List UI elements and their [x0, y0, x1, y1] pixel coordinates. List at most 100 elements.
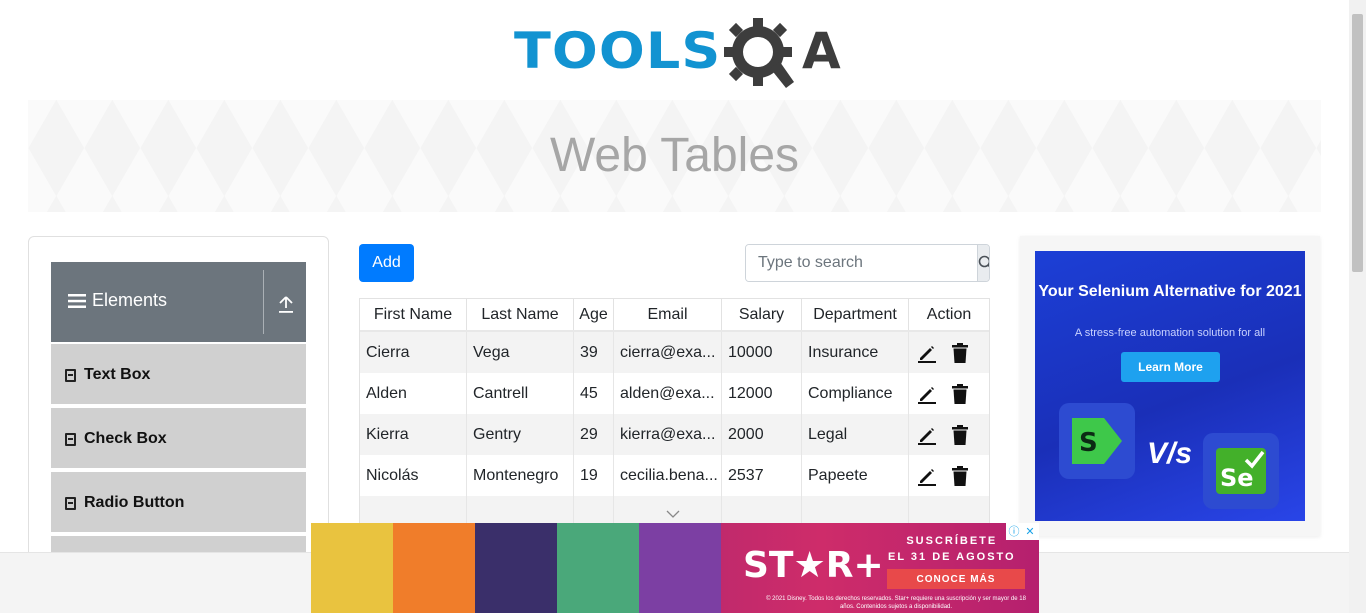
cell-first-name: Nicolás [360, 455, 467, 496]
search-box [745, 244, 990, 282]
page-title: Web Tables [549, 129, 800, 182]
table-row: Nicolás Montenegro 19 cecilia.bena... 25… [360, 455, 989, 496]
cell-age: 29 [574, 414, 614, 455]
cell-age: 19 [574, 455, 614, 496]
ad-characters-image [311, 523, 721, 613]
chevron-down-icon [666, 510, 680, 518]
ad-right[interactable]: Your Selenium Alternative for 2021 A str… [1020, 236, 1320, 536]
search-icon [978, 255, 989, 268]
cell-email: cierra@exa... [614, 332, 722, 373]
cell-email: alden@exa... [614, 373, 722, 414]
edit-pencil-icon[interactable] [917, 425, 937, 445]
vertical-scrollbar[interactable] [1349, 0, 1366, 613]
sidebar-panel: Elements Text Box Check Box Radio Button [28, 236, 329, 596]
ad-subline: A stress-free automation solution for al… [1074, 327, 1266, 339]
cell-first-name: Cierra [360, 332, 467, 373]
character-tile [393, 523, 475, 613]
column-header-first-name[interactable]: First Name [360, 299, 467, 330]
column-header-salary[interactable]: Salary [722, 299, 802, 330]
ad-controls: ⓘ ✕ [1006, 523, 1039, 540]
edit-pencil-icon[interactable] [917, 384, 937, 404]
close-icon[interactable]: ✕ [1022, 523, 1038, 539]
cell-salary: 2537 [722, 455, 802, 496]
delete-trash-icon[interactable] [951, 465, 969, 486]
add-button[interactable]: Add [359, 244, 414, 282]
scrollbar-thumb[interactable] [1352, 14, 1363, 272]
delete-trash-icon[interactable] [951, 424, 969, 445]
sidebar-group-title: Elements [68, 290, 167, 311]
toolsqa-logo[interactable]: TOOLS A [514, 16, 841, 92]
versus-label: V/s [1147, 437, 1193, 470]
cell-last-name: Vega [467, 332, 574, 373]
delete-trash-icon[interactable] [951, 342, 969, 363]
cell-last-name: Cantrell [467, 373, 574, 414]
sidebar-group-elements[interactable]: Elements [51, 262, 306, 342]
cell-salary: 12000 [722, 373, 802, 414]
sidebar-item-text-box[interactable]: Text Box [51, 342, 306, 404]
cell-department: Legal [802, 414, 909, 455]
page: TOOLS A Web Tables Elements Text Box Che… [0, 0, 1366, 613]
ad-line2: EL 31 DE AGOSTO [888, 551, 1016, 563]
ad-legal-text: © 2021 Disney. Todos los derechos reserv… [766, 596, 1026, 610]
column-header-action: Action [926, 305, 972, 323]
edit-pencil-icon[interactable] [917, 466, 937, 486]
hamburger-icon [68, 293, 86, 308]
character-tile [311, 523, 393, 613]
cell-salary: 10000 [722, 332, 802, 373]
table-row: Alden Cantrell 45 alden@exa... 12000 Com… [360, 373, 989, 414]
cell-age: 39 [574, 332, 614, 373]
collapse-arrow-icon[interactable] [276, 294, 296, 314]
delete-trash-icon[interactable] [951, 383, 969, 404]
character-tile [639, 523, 721, 613]
svg-text:Se: Se [1220, 464, 1254, 492]
cell-department: Papeete [802, 455, 909, 496]
cell-department: Compliance [802, 373, 909, 414]
cell-first-name: Alden [360, 373, 467, 414]
character-tile [557, 523, 639, 613]
file-icon [65, 368, 76, 382]
divider [263, 270, 264, 334]
selenium-logo-icon: Se [1216, 448, 1266, 494]
search-button[interactable] [977, 245, 989, 281]
search-input[interactable] [746, 245, 977, 281]
cell-salary: 2000 [722, 414, 802, 455]
selenium-logo: Se [1203, 433, 1279, 509]
page-banner: Web Tables [28, 100, 1321, 212]
cell-action [909, 373, 989, 414]
cell-email: cecilia.bena... [614, 455, 722, 496]
column-header-department[interactable]: Department [802, 299, 909, 330]
katalon-logo: S [1059, 403, 1135, 479]
ad-subscribe-text: SUSCRÍBETE EL 31 DE AGOSTO [888, 533, 1016, 565]
table-header: First Name Last Name Age Email Salary De… [360, 299, 989, 332]
table-row: Cierra Vega 39 cierra@exa... 10000 Insur… [360, 332, 989, 373]
star-plus-logo: ST★R+ [743, 545, 884, 586]
sidebar-item-check-box[interactable]: Check Box [51, 406, 306, 468]
ad-headline: Your Selenium Alternative for 2021 [1038, 283, 1302, 300]
column-header-email[interactable]: Email [614, 299, 722, 330]
learn-more-button[interactable]: Learn More [1121, 352, 1220, 382]
katalon-logo-icon: S [1072, 418, 1122, 464]
column-header-last-name[interactable]: Last Name [467, 299, 574, 330]
sidebar-group-label: Elements [92, 290, 168, 310]
cell-last-name: Gentry [467, 414, 574, 455]
cell-email: kierra@exa... [614, 414, 722, 455]
svg-text:S: S [1079, 428, 1098, 458]
table-row: Kierra Gentry 29 kierra@exa... 2000 Lega… [360, 414, 989, 455]
character-tile [475, 523, 557, 613]
cell-action [909, 455, 989, 496]
cell-first-name: Kierra [360, 414, 467, 455]
sidebar-item-radio-button[interactable]: Radio Button [51, 470, 306, 532]
sidebar-item-label: Radio Button [84, 494, 185, 511]
ad-bottom[interactable]: ST★R+ SUSCRÍBETE EL 31 DE AGOSTO CONOCE … [311, 523, 1039, 613]
ad-right-creative[interactable]: Your Selenium Alternative for 2021 A str… [1035, 251, 1305, 521]
cell-last-name: Montenegro [467, 455, 574, 496]
edit-pencil-icon[interactable] [917, 343, 937, 363]
column-header-age[interactable]: Age [574, 299, 614, 330]
ad-info-icon[interactable]: ⓘ [1006, 523, 1022, 539]
logo-text-tools: TOOLS [514, 22, 722, 80]
cell-action [909, 332, 989, 373]
cell-department: Insurance [802, 332, 909, 373]
conoce-mas-button[interactable]: CONOCE MÁS [887, 569, 1025, 589]
cell-action [909, 414, 989, 455]
gear-magnifier-icon [724, 18, 794, 88]
